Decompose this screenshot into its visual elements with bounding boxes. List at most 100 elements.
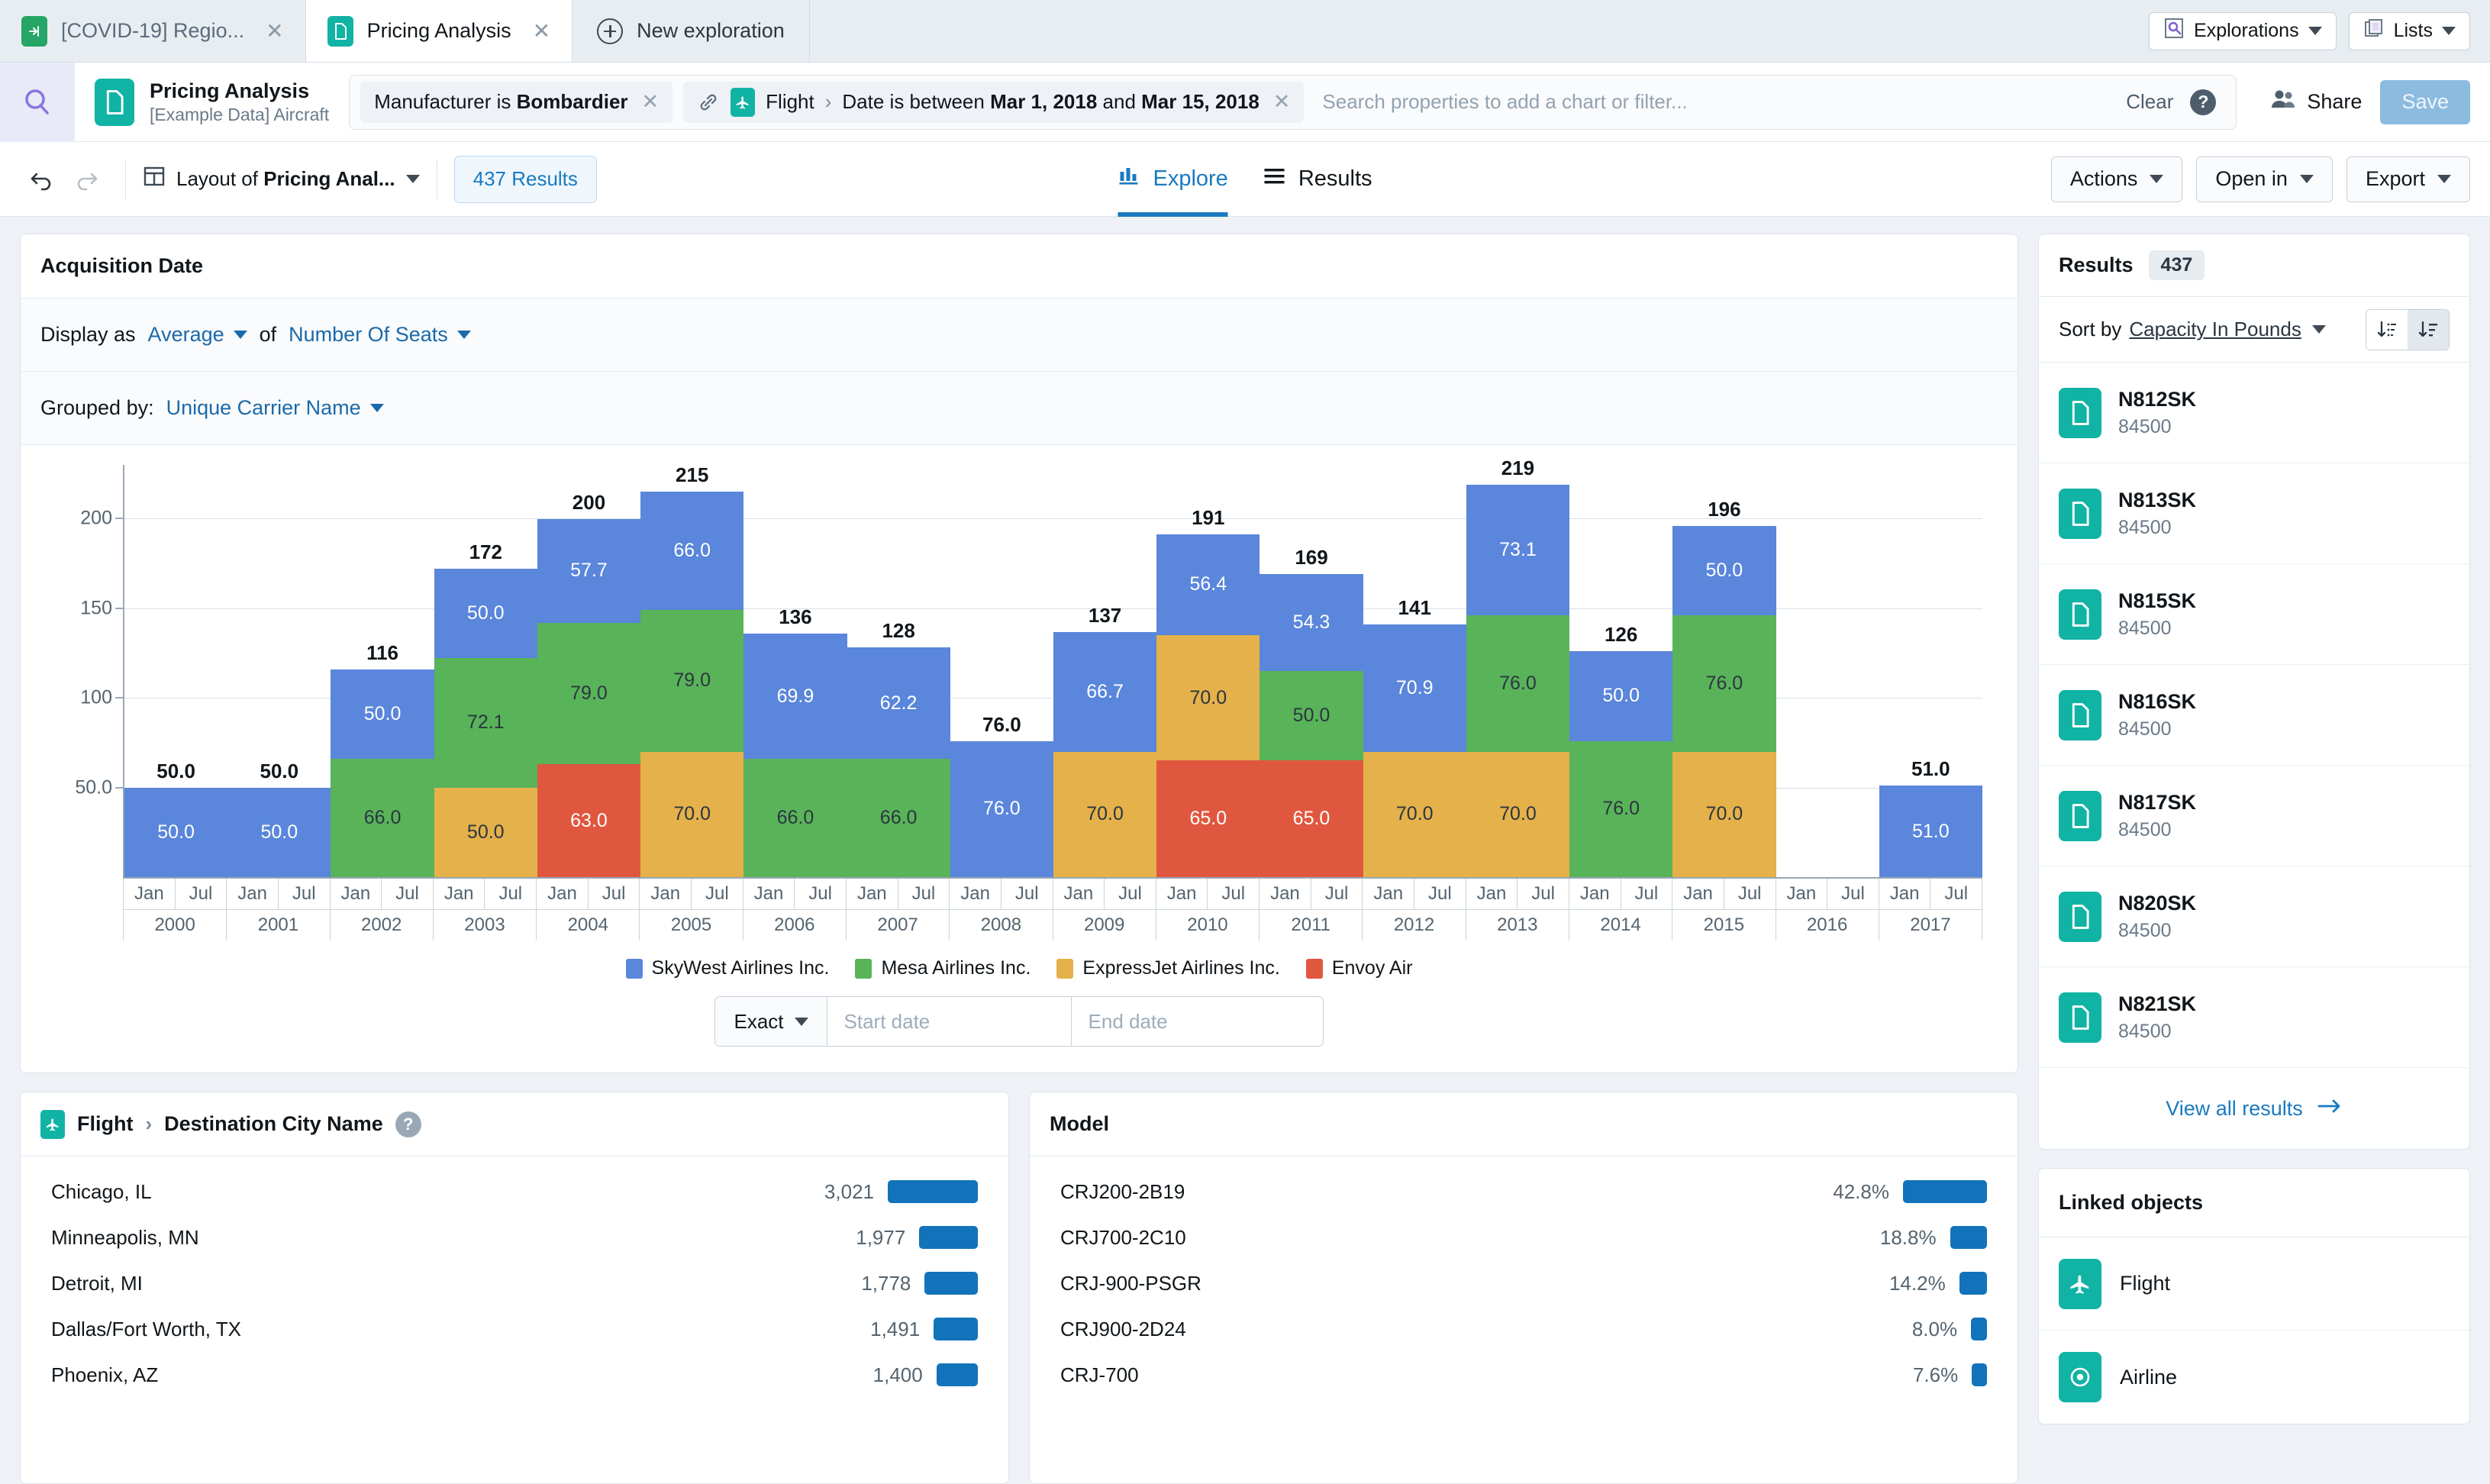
open-in-button[interactable]: Open in bbox=[2196, 156, 2333, 202]
actions-button[interactable]: Actions bbox=[2051, 156, 2183, 202]
chart-stacked-bar[interactable]: 51.0 bbox=[1879, 786, 1982, 877]
list-item[interactable]: Dallas/Fort Worth, TX1,491 bbox=[51, 1306, 978, 1352]
chart-stacked-bar[interactable]: 66.079.070.0 bbox=[640, 492, 743, 877]
filter-bar[interactable]: Manufacturer is Bombardier ✕ Flight › Da… bbox=[349, 75, 2237, 130]
undo-button[interactable] bbox=[20, 157, 64, 202]
new-exploration-button[interactable]: New exploration bbox=[573, 0, 810, 62]
chart-bar-segment[interactable]: 50.0 bbox=[434, 569, 537, 658]
sort-descending-button[interactable] bbox=[2408, 310, 2449, 350]
chart-stacked-bar[interactable]: 56.470.065.0 bbox=[1156, 534, 1260, 877]
chart-bar-segment[interactable]: 50.0 bbox=[124, 788, 227, 877]
help-icon[interactable]: ? bbox=[2190, 89, 2216, 115]
chart-bar-segment[interactable]: 70.0 bbox=[1672, 752, 1776, 877]
chart-bar-segment[interactable]: 79.0 bbox=[537, 623, 640, 764]
chart-bar-segment[interactable]: 70.0 bbox=[640, 752, 743, 877]
chart-bar-segment[interactable]: 76.0 bbox=[1672, 615, 1776, 751]
chart-stacked-bar[interactable]: 66.770.0 bbox=[1053, 632, 1156, 877]
chart-bar-segment[interactable]: 70.0 bbox=[1363, 752, 1466, 877]
chart-bar-segment[interactable]: 65.0 bbox=[1260, 760, 1363, 877]
linked-object-airline[interactable]: Airline bbox=[2039, 1331, 2469, 1424]
chart-bar-segment[interactable]: 66.0 bbox=[640, 492, 743, 610]
aggregation-select[interactable]: Average bbox=[148, 323, 247, 347]
result-row[interactable]: N821SK84500 bbox=[2039, 967, 2469, 1068]
chart-stacked-bar[interactable]: 50.072.150.0 bbox=[434, 569, 537, 877]
list-item[interactable]: CRJ900-2D248.0% bbox=[1060, 1306, 1987, 1352]
sort-field-select[interactable]: Capacity In Pounds bbox=[2129, 318, 2301, 341]
chart-stacked-bar[interactable]: 50.076.070.0 bbox=[1672, 526, 1776, 877]
chart-stacked-bar[interactable]: 57.779.063.0 bbox=[537, 519, 640, 877]
result-row[interactable]: N813SK84500 bbox=[2039, 463, 2469, 564]
chart-bar-segment[interactable]: 66.0 bbox=[743, 759, 847, 877]
close-icon[interactable]: ✕ bbox=[266, 18, 283, 44]
chart-bar-segment[interactable]: 76.0 bbox=[950, 741, 1053, 877]
chart-stacked-bar[interactable]: 50.066.0 bbox=[331, 669, 434, 877]
chart-bar-segment[interactable]: 70.9 bbox=[1363, 624, 1466, 751]
chart-bar-segment[interactable]: 50.0 bbox=[1672, 526, 1776, 615]
filter-chip-flight-date[interactable]: Flight › Date is between Mar 1, 2018 and… bbox=[683, 82, 1304, 123]
chart-bar-segment[interactable]: 69.9 bbox=[743, 634, 847, 759]
chart-stacked-bar[interactable]: 70.970.0 bbox=[1363, 624, 1466, 877]
legend-item[interactable]: ExpressJet Airlines Inc. bbox=[1056, 957, 1279, 979]
share-button[interactable]: Share bbox=[2252, 88, 2380, 116]
chevron-down-icon[interactable] bbox=[2312, 325, 2326, 334]
close-icon[interactable]: ✕ bbox=[642, 90, 660, 114]
chart-stacked-bar[interactable]: 50.076.0 bbox=[1569, 651, 1672, 877]
legend-item[interactable]: SkyWest Airlines Inc. bbox=[626, 957, 830, 979]
chart-bar-segment[interactable]: 50.0 bbox=[1260, 671, 1363, 760]
result-row[interactable]: N815SK84500 bbox=[2039, 564, 2469, 665]
chart-bar-segment[interactable]: 65.0 bbox=[1156, 760, 1260, 877]
list-item[interactable]: CRJ700-2C1018.8% bbox=[1060, 1215, 1987, 1260]
layout-selector[interactable]: Layout of Pricing Anal... bbox=[143, 165, 420, 193]
chart-bar-segment[interactable]: 73.1 bbox=[1466, 485, 1569, 616]
view-all-results-link[interactable]: View all results bbox=[2039, 1068, 2469, 1149]
end-date-input[interactable]: End date bbox=[1072, 996, 1324, 1047]
chart-bar-segment[interactable]: 50.0 bbox=[1569, 651, 1672, 740]
chart-bar-segment[interactable]: 76.0 bbox=[1569, 741, 1672, 877]
help-icon[interactable]: ? bbox=[395, 1111, 421, 1137]
chart-stacked-bar[interactable]: 73.176.070.0 bbox=[1466, 485, 1569, 877]
filter-search-input[interactable]: Search properties to add a chart or filt… bbox=[1304, 90, 2109, 114]
clear-filters-button[interactable]: Clear bbox=[2109, 90, 2190, 114]
groupby-select[interactable]: Unique Carrier Name bbox=[166, 396, 384, 420]
list-item[interactable]: CRJ200-2B1942.8% bbox=[1060, 1169, 1987, 1215]
chart-bar-segment[interactable]: 79.0 bbox=[640, 610, 743, 751]
legend-item[interactable]: Mesa Airlines Inc. bbox=[855, 957, 1031, 979]
chart-bar-segment[interactable]: 66.0 bbox=[847, 759, 950, 877]
result-row[interactable]: N816SK84500 bbox=[2039, 665, 2469, 766]
metric-select[interactable]: Number Of Seats bbox=[289, 323, 471, 347]
redo-button[interactable] bbox=[64, 157, 108, 202]
list-item[interactable]: CRJ-7007.6% bbox=[1060, 1352, 1987, 1398]
tab-pricing-analysis[interactable]: Pricing Analysis ✕ bbox=[306, 0, 573, 62]
chart-bar-segment[interactable]: 66.7 bbox=[1053, 632, 1156, 752]
save-button[interactable]: Save bbox=[2380, 80, 2470, 124]
linked-object-flight[interactable]: Flight bbox=[2039, 1237, 2469, 1331]
chart-bar-segment[interactable]: 63.0 bbox=[537, 764, 640, 877]
chart-bar-segment[interactable]: 72.1 bbox=[434, 658, 537, 787]
explorations-button[interactable]: Explorations bbox=[2149, 12, 2337, 50]
tab-covid-19-regional[interactable]: [COVID-19] Regio... ✕ bbox=[0, 0, 306, 62]
sort-ascending-button[interactable] bbox=[2366, 310, 2408, 350]
result-row[interactable]: N812SK84500 bbox=[2039, 363, 2469, 463]
chart-stacked-bar[interactable]: 62.266.0 bbox=[847, 647, 950, 877]
legend-item[interactable]: Envoy Air bbox=[1306, 957, 1413, 979]
tab-results[interactable]: Results bbox=[1263, 142, 1372, 217]
chart-bar-segment[interactable]: 50.0 bbox=[331, 669, 434, 759]
chart-bar-segment[interactable]: 51.0 bbox=[1879, 786, 1982, 877]
close-icon[interactable]: ✕ bbox=[533, 18, 550, 44]
list-item[interactable]: Chicago, IL3,021 bbox=[51, 1169, 978, 1215]
chart-bar-segment[interactable]: 50.0 bbox=[434, 788, 537, 877]
chart-bar-segment[interactable]: 70.0 bbox=[1053, 752, 1156, 877]
chart-bar-segment[interactable]: 76.0 bbox=[1466, 615, 1569, 751]
result-row[interactable]: N817SK84500 bbox=[2039, 766, 2469, 866]
chart-bar-segment[interactable]: 50.0 bbox=[227, 788, 331, 877]
chart-stacked-bar[interactable]: 54.350.065.0 bbox=[1260, 574, 1363, 877]
list-item[interactable]: Phoenix, AZ1,400 bbox=[51, 1352, 978, 1398]
chart-bar-segment[interactable]: 54.3 bbox=[1260, 574, 1363, 671]
result-row[interactable]: N820SK84500 bbox=[2039, 866, 2469, 967]
list-item[interactable]: Detroit, MI1,778 bbox=[51, 1260, 978, 1306]
results-count-button[interactable]: 437 Results bbox=[454, 156, 597, 203]
chart-bar-segment[interactable]: 57.7 bbox=[537, 519, 640, 622]
app-search-button[interactable] bbox=[0, 63, 75, 142]
list-item[interactable]: Minneapolis, MN1,977 bbox=[51, 1215, 978, 1260]
chart-stacked-bar[interactable]: 69.966.0 bbox=[743, 634, 847, 877]
